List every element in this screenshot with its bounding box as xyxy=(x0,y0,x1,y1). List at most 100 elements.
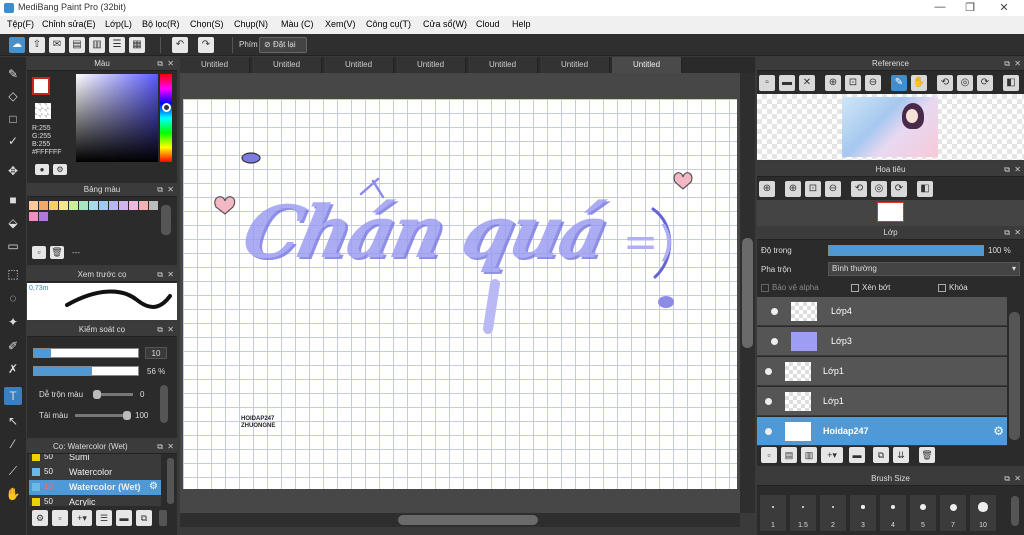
panel-close-icon[interactable]: ✕ xyxy=(1014,472,1021,486)
foreground-color[interactable] xyxy=(32,77,50,95)
menu-help[interactable]: Help xyxy=(512,19,531,29)
menu-file[interactable]: Tệp(F) xyxy=(7,19,34,29)
lasso-tool-icon[interactable]: ◌ xyxy=(4,289,22,307)
color-swatch[interactable] xyxy=(119,201,128,210)
hscroll-thumb[interactable] xyxy=(398,515,538,525)
color-settings-icon[interactable]: ⚙ xyxy=(53,164,67,175)
layer-row[interactable]: Hoidap247 ⚙ xyxy=(757,417,1007,446)
brush-size-preset[interactable]: 1 xyxy=(759,494,787,532)
brush-size-preset[interactable]: 3 xyxy=(849,494,877,532)
zoom-out-icon[interactable]: ⊖ xyxy=(865,75,881,91)
redo-icon[interactable]: ↷ xyxy=(198,37,214,53)
magic-wand-tool-icon[interactable]: ✦ xyxy=(4,313,22,331)
comment-icon[interactable]: ✉ xyxy=(49,37,65,53)
brush-menu-icon[interactable]: ☰ xyxy=(96,510,112,526)
blend-mode-select[interactable]: Bình thường ▾ xyxy=(828,262,1020,276)
new-reference-icon[interactable]: ▫ xyxy=(759,75,775,91)
brush-size-preset[interactable]: 1.5 xyxy=(789,494,817,532)
brush-size-preset[interactable]: 5 xyxy=(909,494,937,532)
nav-zoom-icon[interactable]: ⊕ xyxy=(759,181,775,197)
visibility-icon[interactable] xyxy=(771,308,778,315)
brush-list-item[interactable]: 50 Watercolor xyxy=(29,465,161,480)
open-reference-icon[interactable]: ▬ xyxy=(779,75,795,91)
undock-icon[interactable]: ⧉ xyxy=(1004,226,1010,240)
brush-list-item[interactable]: 10 Watercolor (Wet) ⚙ xyxy=(29,480,161,495)
color-swatch[interactable] xyxy=(69,201,78,210)
undo-icon[interactable]: ↶ xyxy=(172,37,188,53)
menu-view[interactable]: Xem(V) xyxy=(325,19,356,29)
color-swatch[interactable] xyxy=(99,201,108,210)
brush-size-scrollbar[interactable] xyxy=(1011,496,1019,526)
layer-row[interactable]: Lớp3 xyxy=(757,327,1007,356)
nav-zoom-in-icon[interactable]: ⊕ xyxy=(785,181,801,197)
delete-layer-icon[interactable]: 🗑 xyxy=(919,447,935,463)
tab-untitled-2[interactable]: Untitled xyxy=(252,57,322,73)
layer-scrollbar[interactable] xyxy=(1009,312,1020,440)
menu-edit[interactable]: Chỉnh sửa(E) xyxy=(42,19,96,29)
brush-tool-icon[interactable]: ✎ xyxy=(4,65,22,83)
nav-rotate-right-icon[interactable]: ⟳ xyxy=(891,181,907,197)
operation-tool-icon[interactable]: ↖ xyxy=(4,412,22,430)
new-brush-icon[interactable]: ▫ xyxy=(52,510,68,526)
protect-alpha-checkbox[interactable]: Bảo vệ alpha xyxy=(761,283,819,292)
panel-close-icon[interactable]: ✕ xyxy=(167,440,174,454)
menu-select[interactable]: Chọn(S) xyxy=(190,19,224,29)
add-brush-icon[interactable]: +▾ xyxy=(72,510,92,526)
gradient-tool-icon[interactable]: ▭ xyxy=(4,237,22,255)
eyedropper-tool-icon[interactable]: ⁄ xyxy=(4,435,22,453)
menu-capture[interactable]: Chụp(N) xyxy=(234,19,268,29)
new-layer-icon[interactable]: ▫ xyxy=(761,447,777,463)
color-swatch[interactable] xyxy=(59,201,68,210)
panel-close-icon[interactable]: ✕ xyxy=(167,268,174,282)
rotate-reset-icon[interactable]: ◎ xyxy=(957,75,973,91)
menu-color[interactable]: Màu (C) xyxy=(281,19,314,29)
zoom-in-icon[interactable]: ⊕ xyxy=(825,75,841,91)
brush-size-preset[interactable]: 4 xyxy=(879,494,907,532)
clipping-checkbox[interactable]: Xén bớt xyxy=(851,283,890,292)
undock-icon[interactable]: ⧉ xyxy=(157,183,163,197)
nav-rotate-left-icon[interactable]: ⟲ xyxy=(851,181,867,197)
menu-window[interactable]: Cửa sổ(W) xyxy=(423,19,467,29)
undock-icon[interactable]: ⧉ xyxy=(1004,163,1010,177)
swatch-scrollbar[interactable] xyxy=(161,205,171,235)
undock-icon[interactable]: ⧉ xyxy=(157,440,163,454)
menu-filter[interactable]: Bộ lọc(R) xyxy=(142,19,180,29)
brush-size-preset[interactable]: 10 xyxy=(969,494,997,532)
gear-icon[interactable]: ⚙ xyxy=(149,481,158,492)
eraser-tool-icon[interactable]: ◇ xyxy=(4,87,22,105)
color-swatch[interactable] xyxy=(89,201,98,210)
brush-folder-icon[interactable]: ▬ xyxy=(116,510,132,526)
menu-tools[interactable]: Công cụ(T) xyxy=(366,19,411,29)
move-tool-icon[interactable]: ✥ xyxy=(4,162,22,180)
panel-close-icon[interactable]: ✕ xyxy=(167,323,174,337)
layer-row[interactable]: Lớp1 xyxy=(757,387,1007,416)
panel-close-icon[interactable]: ✕ xyxy=(1014,163,1021,177)
select-pen-tool-icon[interactable]: ✓ xyxy=(4,132,22,150)
new-halftone-layer-icon[interactable]: ▤ xyxy=(781,447,797,463)
color-option-icon[interactable]: ● xyxy=(35,164,49,175)
select-eraser-tool-icon[interactable]: ✗ xyxy=(4,360,22,378)
brush-size-value[interactable]: 10 xyxy=(145,347,167,359)
dropper-tool-icon[interactable]: ⟋ xyxy=(4,462,22,480)
tab-untitled-3[interactable]: Untitled xyxy=(324,57,394,73)
menu-layer[interactable]: Lớp(L) xyxy=(105,19,132,29)
flip-icon[interactable]: ◧ xyxy=(1003,75,1019,91)
color-swatch[interactable] xyxy=(79,201,88,210)
brush-list-item[interactable]: 50 Acrylic xyxy=(29,495,161,506)
control-scrollbar[interactable] xyxy=(160,385,168,423)
hand-tool-icon[interactable]: ✋ xyxy=(4,485,22,503)
nav-flip-icon[interactable]: ◧ xyxy=(917,181,933,197)
transparent-color[interactable] xyxy=(35,103,51,119)
fill-rect-tool-icon[interactable]: ■ xyxy=(4,191,22,209)
navigator-view[interactable] xyxy=(757,200,1024,226)
pick-color-icon[interactable]: ✎ xyxy=(891,75,907,91)
color-swatch[interactable] xyxy=(139,201,148,210)
nav-rotate-reset-icon[interactable]: ◎ xyxy=(871,181,887,197)
close-button[interactable]: ✕ xyxy=(990,1,1018,14)
visibility-icon[interactable] xyxy=(765,368,772,375)
close-reference-icon[interactable]: ✕ xyxy=(799,75,815,91)
brush-copy-icon[interactable]: ⧉ xyxy=(136,510,152,526)
bucket-tool-icon[interactable]: ⬙ xyxy=(4,214,22,232)
panel-close-icon[interactable]: ✕ xyxy=(167,183,174,197)
add-layer-menu-icon[interactable]: +▾ xyxy=(821,447,843,463)
